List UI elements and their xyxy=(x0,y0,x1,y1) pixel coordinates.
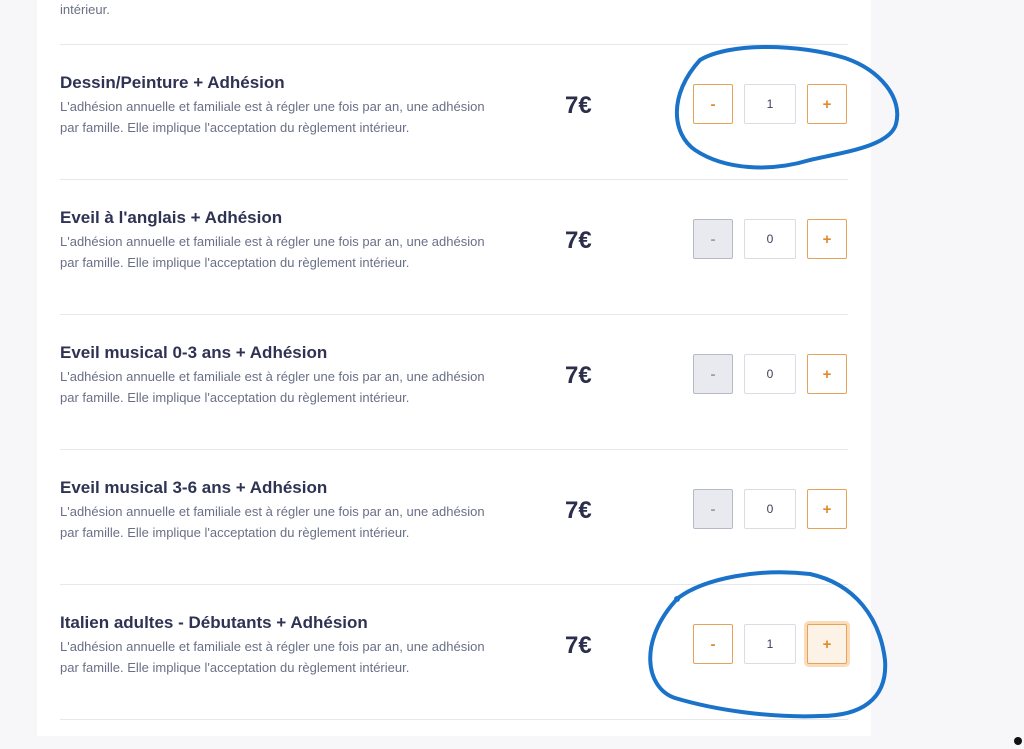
item-price: 7€ xyxy=(565,497,592,524)
increment-button[interactable]: + xyxy=(807,84,847,124)
divider xyxy=(60,449,848,450)
item-title: Italien adultes - Débutants + Adhésion xyxy=(60,613,368,632)
item-price: 7€ xyxy=(565,92,592,119)
item-price: 7€ xyxy=(565,227,592,254)
increment-button[interactable]: + xyxy=(807,219,847,259)
quantity-input[interactable] xyxy=(744,84,796,124)
increment-button[interactable]: + xyxy=(807,489,847,529)
divider xyxy=(60,179,848,180)
decrement-button[interactable]: - xyxy=(693,624,733,664)
product-item-dessin-peinture: Dessin/Peinture + Adhésion L'adhésion an… xyxy=(0,72,1024,207)
quantity-input[interactable] xyxy=(744,624,796,664)
divider xyxy=(60,314,848,315)
item-description: L'adhésion annuelle et familiale est à r… xyxy=(60,99,485,135)
item-description: L'adhésion annuelle et familiale est à r… xyxy=(60,234,485,270)
item-price: 7€ xyxy=(565,362,592,389)
divider xyxy=(60,584,848,585)
item-title: Eveil musical 0-3 ans + Adhésion xyxy=(60,343,328,362)
divider xyxy=(60,44,848,45)
item-title: Dessin/Peinture + Adhésion xyxy=(60,73,285,92)
product-item-eveil-anglais: Eveil à l'anglais + Adhésion L'adhésion … xyxy=(0,207,1024,342)
decrement-button[interactable]: - xyxy=(693,354,733,394)
divider xyxy=(60,719,848,720)
product-item-eveil-musical-3-6: Eveil musical 3-6 ans + Adhésion L'adhés… xyxy=(0,477,1024,612)
quantity-input[interactable] xyxy=(744,219,796,259)
increment-button[interactable]: + xyxy=(807,354,847,394)
quantity-input[interactable] xyxy=(744,489,796,529)
product-item-eveil-musical-0-3: Eveil musical 0-3 ans + Adhésion L'adhés… xyxy=(0,342,1024,477)
decrement-button[interactable]: - xyxy=(693,219,733,259)
item-description: L'adhésion annuelle et familiale est à r… xyxy=(60,369,485,405)
item-title: Eveil musical 3-6 ans + Adhésion xyxy=(60,478,328,497)
previous-item-desc-tail: intérieur. xyxy=(60,2,110,17)
item-price: 7€ xyxy=(565,632,592,659)
quantity-input[interactable] xyxy=(744,354,796,394)
item-description: L'adhésion annuelle et familiale est à r… xyxy=(60,504,485,540)
item-description: L'adhésion annuelle et familiale est à r… xyxy=(60,639,485,675)
increment-button[interactable]: + xyxy=(807,624,847,664)
product-item-italien-adultes: Italien adultes - Débutants + Adhésion L… xyxy=(0,612,1024,747)
decrement-button[interactable]: - xyxy=(693,84,733,124)
decrement-button[interactable]: - xyxy=(693,489,733,529)
item-title: Eveil à l'anglais + Adhésion xyxy=(60,208,283,227)
cursor-dot xyxy=(1014,737,1022,745)
